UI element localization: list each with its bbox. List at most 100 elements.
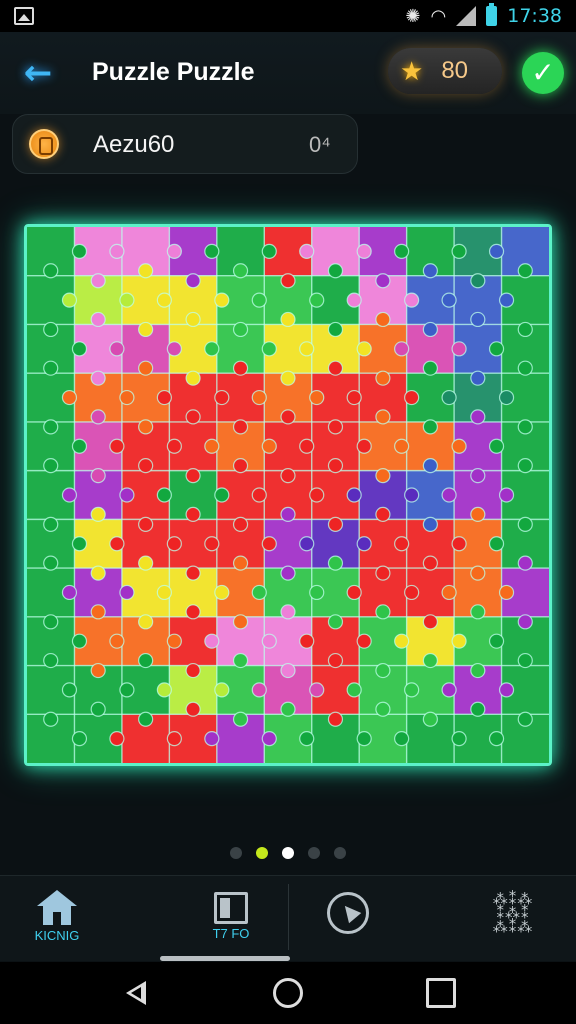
piece-knob [498, 389, 515, 406]
piece-knob [204, 536, 220, 552]
nav-cursor[interactable] [303, 884, 393, 954]
check-icon[interactable]: ✓ [522, 52, 564, 94]
piece-knob [299, 731, 315, 747]
piece-knob [185, 565, 201, 581]
piece-knob [451, 243, 467, 259]
piece-knob [251, 682, 267, 698]
piece-knob [498, 292, 515, 308]
piece-knob [204, 243, 220, 259]
piece-knob [404, 487, 420, 503]
piece-knob [280, 701, 296, 717]
piece-knob [394, 731, 410, 747]
piece-knob [43, 458, 59, 474]
piece-knob [185, 604, 201, 620]
piece-knob [404, 682, 420, 698]
piece-knob [375, 370, 391, 386]
piece-knob [90, 273, 106, 289]
piece-knob [156, 292, 172, 308]
bottom-nav: KICNIG T7 FO ⁂⁑⁂ ⁑⁂⁑ ⁂⁑⁂ [0, 875, 576, 961]
piece-knob [43, 419, 59, 435]
piece-knob [119, 292, 135, 308]
piece-knob [422, 555, 438, 571]
piece-knob [375, 409, 391, 425]
home-circle-icon[interactable] [273, 978, 303, 1008]
piece-knob [299, 341, 315, 357]
piece-knob [517, 614, 533, 630]
page-dot[interactable] [308, 847, 320, 859]
nav-gallery-label: T7 FO [212, 926, 250, 941]
page-indicator [0, 847, 576, 865]
piece-knob [441, 584, 457, 601]
piece-knob [470, 506, 486, 522]
nav-pieces[interactable]: ⁂⁑⁂ ⁑⁂⁑ ⁂⁑⁂ [468, 884, 558, 954]
piece-knob [138, 360, 154, 376]
back-triangle-icon[interactable] [122, 978, 152, 1008]
page-dot[interactable] [256, 847, 268, 859]
piece-knob [261, 341, 277, 357]
piece-knob [404, 389, 420, 406]
top-bar: ← Puzzle Puzzle ★ 80 ✓ [0, 32, 576, 114]
piece-knob [214, 389, 230, 406]
piece-knob [43, 555, 59, 571]
piece-knob [517, 360, 533, 376]
piece-knob [109, 341, 125, 357]
signal-icon [456, 6, 477, 26]
piece-knob [451, 731, 467, 747]
piece-knob [119, 682, 135, 698]
page-dot[interactable] [230, 847, 242, 859]
piece-knob [517, 263, 533, 279]
piece-knob [71, 536, 88, 552]
player-name: Aezu60 [93, 131, 175, 158]
piece-knob [488, 536, 505, 552]
gallery-icon [214, 892, 248, 924]
page-dot[interactable] [282, 847, 294, 859]
nav-home[interactable]: KICNIG [12, 884, 102, 954]
piece-knob [138, 321, 154, 338]
piece-knob [327, 419, 344, 435]
piece-knob [346, 584, 362, 601]
piece-knob [470, 701, 486, 717]
piece-knob [43, 711, 59, 727]
piece-knob [261, 243, 277, 259]
page-dot[interactable] [334, 847, 346, 859]
piece-knob [138, 652, 154, 669]
cursor-icon [327, 892, 369, 934]
piece-knob [309, 389, 325, 406]
image-icon [14, 7, 34, 25]
piece-knob [470, 565, 486, 581]
coin-counter[interactable]: ★ 80 [388, 48, 502, 94]
recents-square-icon[interactable] [426, 978, 456, 1008]
piece-knob [422, 516, 438, 532]
piece-knob [470, 468, 486, 484]
piece-knob [232, 458, 249, 474]
piece-knob [327, 652, 344, 669]
piece-knob [261, 536, 277, 552]
piece-knob [43, 263, 59, 279]
scatter-pieces-icon: ⁂⁑⁂ ⁑⁂⁑ ⁂⁑⁂ [492, 890, 534, 936]
piece-knob [422, 614, 438, 630]
piece-knob [185, 701, 201, 717]
puzzle-grid[interactable] [27, 227, 549, 763]
piece-knob [470, 370, 486, 386]
piece-knob [375, 604, 391, 620]
puzzle-board[interactable] [24, 224, 552, 766]
gesture-bar[interactable] [160, 956, 290, 961]
piece-knob [346, 292, 362, 308]
piece-knob [119, 389, 135, 406]
piece-knob [470, 604, 486, 620]
piece-knob [138, 711, 154, 727]
piece-knob [394, 243, 410, 259]
piece-knob [441, 292, 457, 308]
piece-knob [327, 555, 344, 571]
piece-knob [280, 273, 296, 289]
back-arrow-icon[interactable]: ← [18, 54, 58, 94]
piece-knob [422, 263, 438, 279]
piece-knob [185, 370, 201, 386]
piece-knob [43, 321, 59, 338]
nav-gallery[interactable]: T7 FO [186, 884, 276, 954]
piece-knob [90, 409, 106, 425]
piece-knob [327, 458, 344, 474]
piece-knob [488, 731, 505, 747]
piece-knob [71, 731, 88, 747]
piece-knob [251, 584, 267, 601]
